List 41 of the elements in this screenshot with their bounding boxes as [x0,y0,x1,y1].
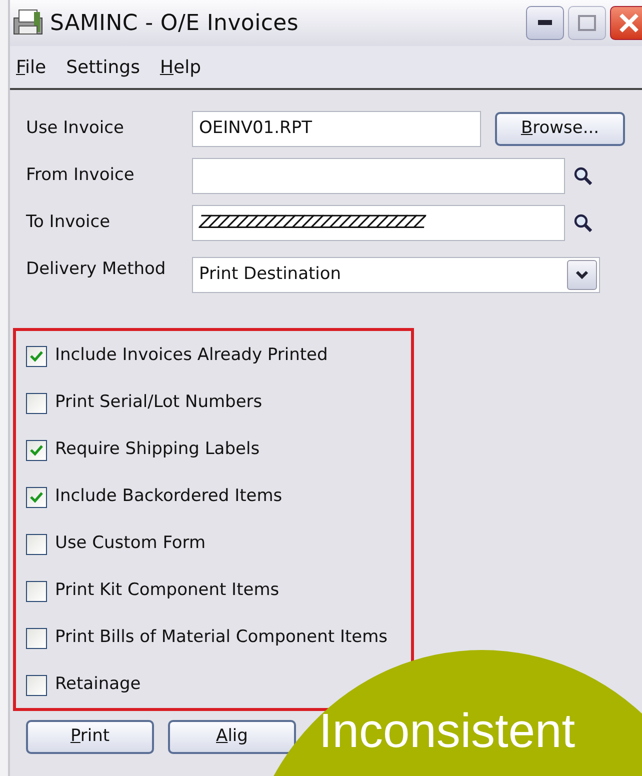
checkmark-icon [29,350,44,362]
menu-item[interactable]: File [16,54,46,80]
window-title: SAMINC - O/E Invoices [50,10,299,38]
search-icon[interactable] [573,166,593,186]
annotation-text: Inconsistent [318,708,576,760]
checkbox-label: Print Serial/Lot Numbers [55,391,262,414]
checkmark-icon [29,444,44,456]
text-field[interactable]: OEINV01.RPT [192,110,481,146]
dialog-button[interactable]: Alig [168,720,296,754]
minimize-icon [538,20,552,26]
maximize-icon [578,15,596,31]
checkbox-label: Print Kit Component Items [55,579,280,602]
dropdown-field[interactable]: Print Destination [192,256,600,292]
checkbox[interactable] [26,628,47,648]
menu-item[interactable]: Settings [66,54,140,80]
field-label: From Invoice [26,164,136,187]
field-label: Delivery Method [26,258,167,281]
field-label: To Invoice [26,210,112,234]
checkbox[interactable] [26,392,47,414]
checkbox[interactable] [26,486,47,508]
minimize-button[interactable] [526,6,564,40]
checkbox-label: Print Bills of Material Component Items [55,626,388,650]
close-icon [618,12,640,34]
checkbox[interactable] [26,534,47,554]
checkbox-label: Retainage [55,673,141,696]
checkbox-label: Include Invoices Already Printed [55,344,328,368]
checkbox[interactable] [26,674,47,696]
checkbox-label: Include Backordered Items [55,485,282,508]
menu-item[interactable]: Help [160,54,202,80]
checkbox-label: Use Custom Form [55,532,206,556]
checkbox[interactable] [26,580,47,602]
search-icon[interactable] [573,212,593,232]
checkbox[interactable] [26,346,47,366]
text-field[interactable]: ZZZZZZZZZZZZZZZZZZZZZZZZ [192,204,565,240]
close-button[interactable] [610,6,642,40]
field-label: Use Invoice [26,116,125,140]
dialog-button[interactable]: Print [26,720,154,754]
checkmark-icon [29,490,44,504]
checkbox-label: Require Shipping Labels [55,438,260,462]
browse-button[interactable]: Browse... [495,112,625,146]
checkbox[interactable] [26,440,47,460]
